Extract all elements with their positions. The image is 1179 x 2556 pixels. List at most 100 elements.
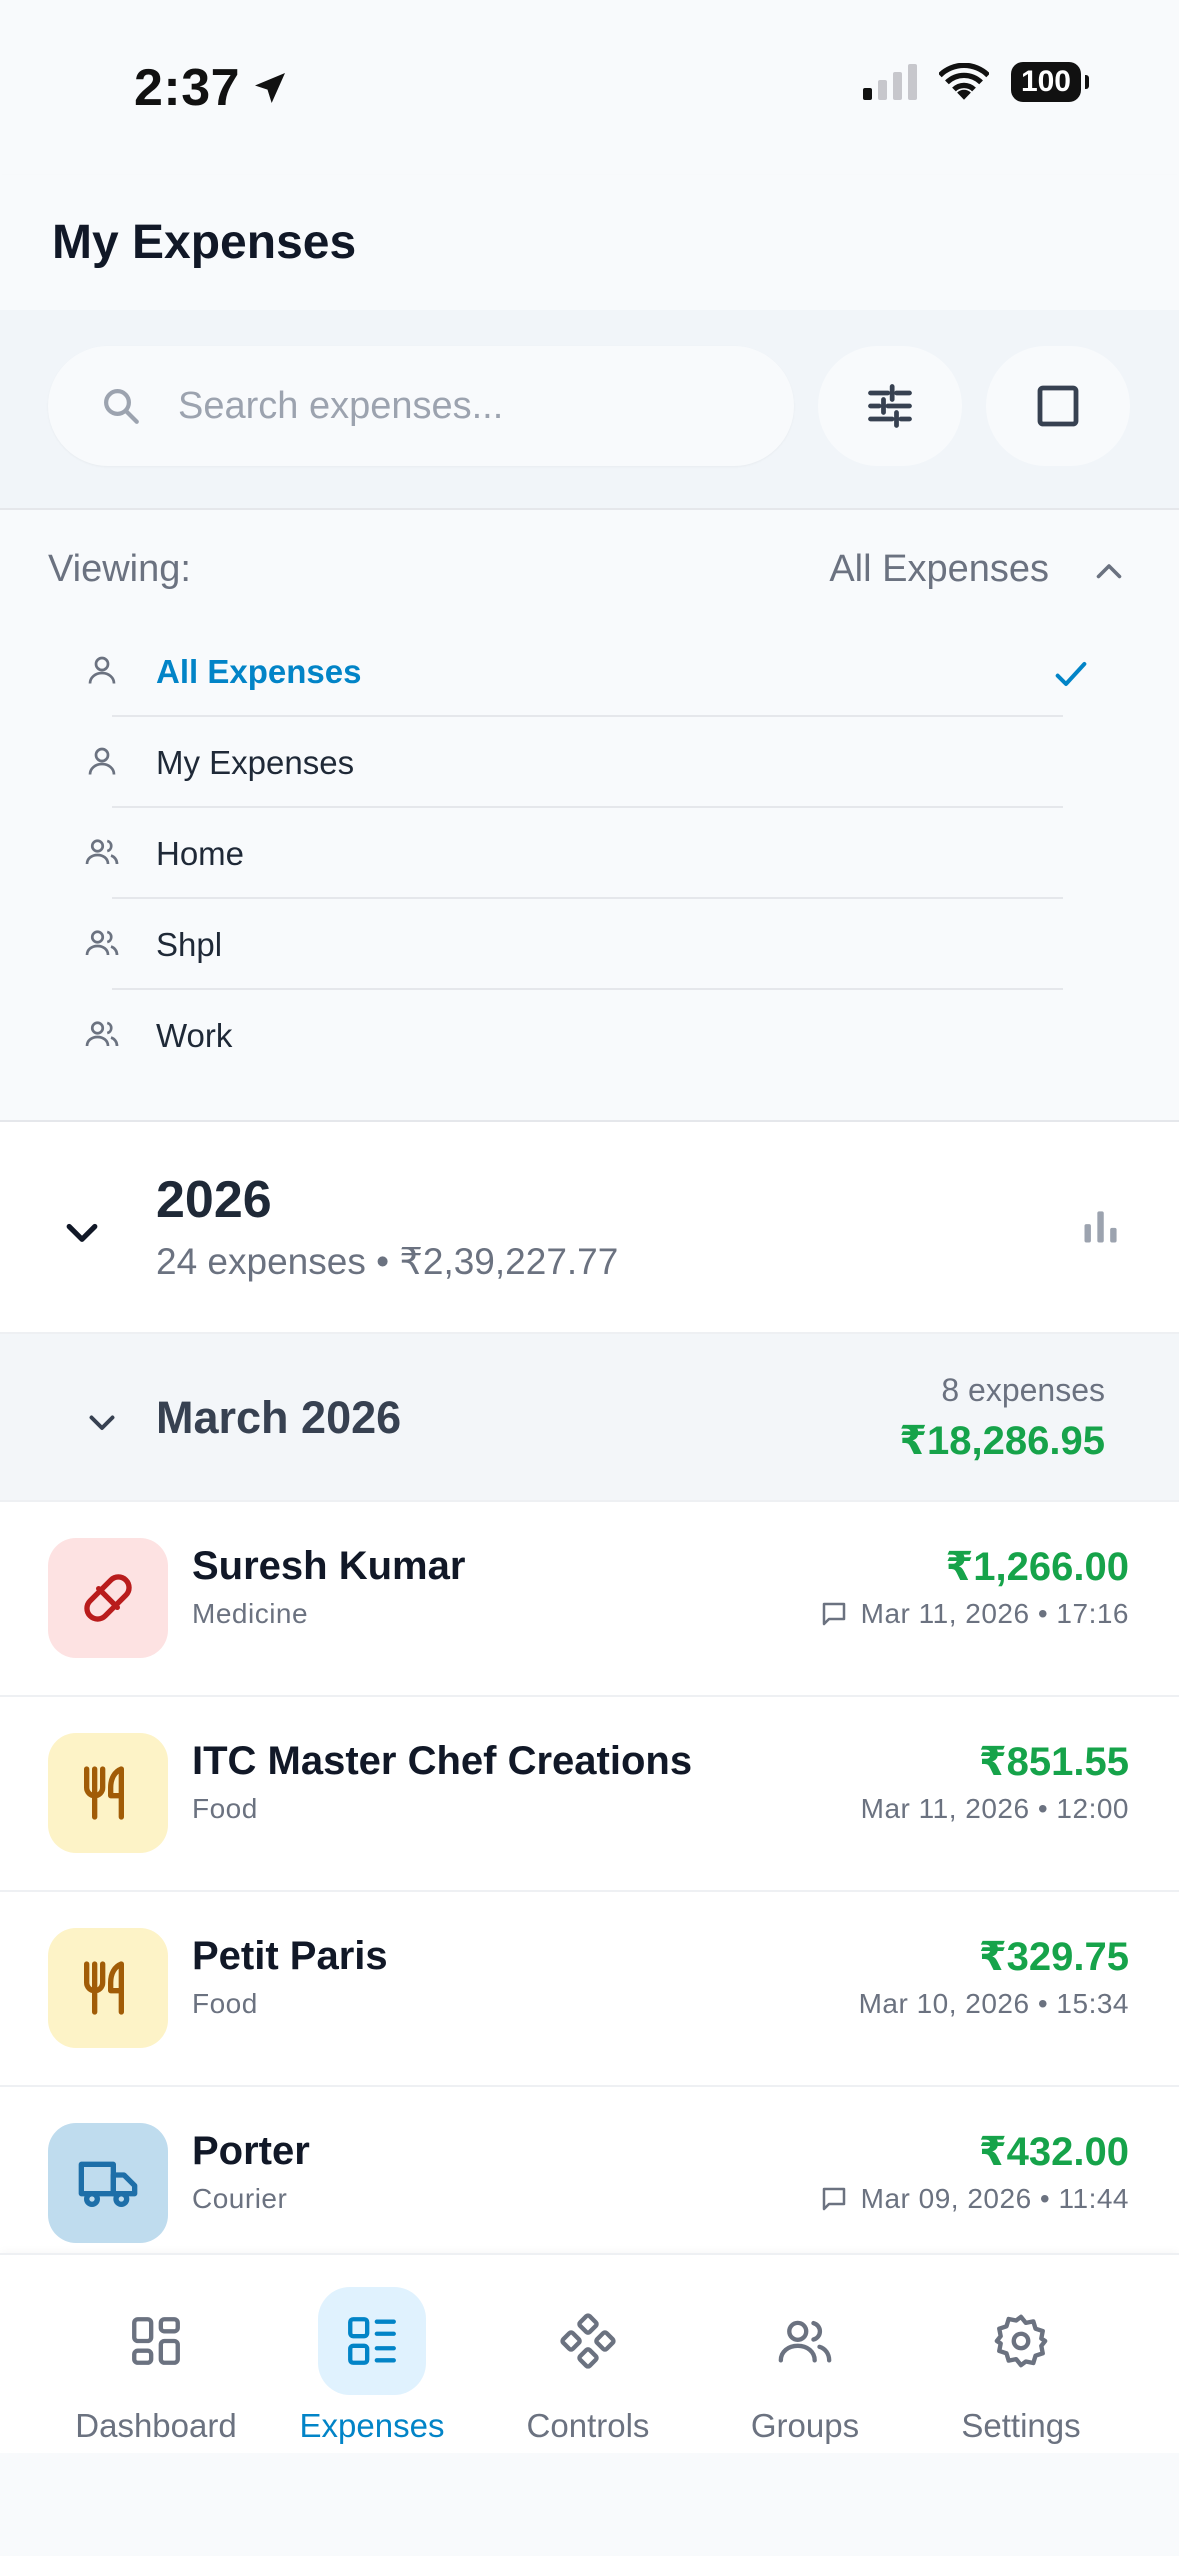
expense-row[interactable]: ITC Master Chef Creations Food ₹851.55 M… <box>0 1697 1179 1892</box>
nav-label: Expenses <box>299 2407 445 2444</box>
chevron-down-icon[interactable] <box>60 1210 104 1254</box>
month-section-header[interactable]: March 2026 8 expenses ₹18,286.95 <box>0 1334 1179 1502</box>
viewing-option-label: All Expenses <box>156 652 362 690</box>
expense-date: Mar 10, 2026 • 15:34 <box>859 1988 1129 2020</box>
viewing-option-home[interactable]: Home <box>0 808 1179 899</box>
viewing-option-label: Home <box>156 834 245 872</box>
pill-icon <box>84 1574 132 1622</box>
viewing-option-label: Shpl <box>156 925 223 963</box>
category-icon-badge <box>48 1928 168 2048</box>
nav-groups[interactable]: Groups <box>697 2287 913 2445</box>
expense-date-text: Mar 11, 2026 • 17:16 <box>860 1598 1129 1629</box>
expense-date-text: Mar 11, 2026 • 12:00 <box>860 1793 1129 1824</box>
nav-settings[interactable]: Settings <box>913 2287 1129 2445</box>
category-icon-badge <box>48 2123 168 2243</box>
status-indicators: 100 <box>862 62 1090 102</box>
expense-title: Suresh Kumar <box>192 1544 466 1588</box>
viewing-option-all-expenses[interactable]: All Expenses <box>0 626 1179 717</box>
page-title: My Expenses <box>52 216 357 269</box>
select-mode-button[interactable] <box>986 346 1130 466</box>
category-icon-badge <box>48 1733 168 1853</box>
expense-amount: ₹329.75 <box>978 1935 1129 1979</box>
dashboard-icon <box>132 2317 180 2365</box>
user-icon <box>88 747 116 775</box>
viewing-filter: Viewing: All Expenses All Expenses My Ex… <box>0 510 1179 1122</box>
expense-date: Mar 11, 2026 • 12:00 <box>861 1793 1129 1825</box>
nav-icon-wrap <box>318 2287 426 2395</box>
utensils-icon <box>84 1961 124 2015</box>
nav-label: Settings <box>961 2407 1081 2444</box>
expense-title: ITC Master Chef Creations <box>192 1739 693 1783</box>
viewing-option-shpl[interactable]: Shpl <box>0 899 1179 990</box>
utensils-icon <box>84 1766 124 1820</box>
month-expense-count: 8 expenses <box>941 1372 1105 1408</box>
status-time-text: 2:37 <box>134 59 241 117</box>
sliders-icon <box>868 384 912 428</box>
note-icon <box>822 1602 845 1626</box>
expense-amount: ₹1,266.00 <box>945 1545 1129 1589</box>
nav-label: Groups <box>750 2407 860 2444</box>
status-time: 2:37 <box>134 58 290 118</box>
viewing-option-work[interactable]: Work <box>0 990 1179 1081</box>
status-bar: 2:37 100 <box>0 0 1179 175</box>
expense-amount: ₹432.00 <box>978 2130 1129 2174</box>
users-icon <box>85 930 119 956</box>
cellular-signal-icon <box>862 64 917 100</box>
nav-label: Dashboard <box>75 2407 237 2444</box>
nav-controls[interactable]: Controls <box>480 2287 696 2445</box>
search-box[interactable] <box>48 346 794 466</box>
chevron-down-icon[interactable] <box>84 1404 120 1440</box>
viewing-label: Viewing: <box>48 548 191 590</box>
battery-indicator: 100 <box>1010 62 1090 102</box>
nav-icon-wrap <box>967 2287 1075 2395</box>
expense-row[interactable]: Petit Paris Food ₹329.75 Mar 10, 2026 • … <box>0 1892 1179 2087</box>
expense-date: Mar 11, 2026 • 17:16 <box>819 1598 1129 1630</box>
filter-button[interactable] <box>818 346 962 466</box>
expense-category: Food <box>192 1988 258 2019</box>
nav-dashboard[interactable]: Dashboard <box>48 2287 264 2445</box>
expense-category: Medicine <box>192 1598 309 1629</box>
search-toolbar <box>0 310 1179 510</box>
viewing-selected-value[interactable]: All Expenses <box>829 548 1049 591</box>
viewing-option-label: My Expenses <box>156 743 355 781</box>
expense-date-text: Mar 09, 2026 • 11:44 <box>860 2183 1129 2214</box>
expense-title: Petit Paris <box>192 1934 388 1978</box>
users-icon <box>85 1021 119 1047</box>
bar-chart-icon[interactable] <box>1079 1204 1123 1248</box>
note-icon <box>822 2187 845 2211</box>
year-section-header[interactable]: 2026 24 expenses • ₹2,39,227.77 <box>0 1122 1179 1334</box>
viewing-option-my-expenses[interactable]: My Expenses <box>0 717 1179 808</box>
app-header: My Expenses <box>0 175 1179 310</box>
location-arrow-icon <box>255 73 286 103</box>
controls-icon <box>560 2313 616 2369</box>
expense-date-text: Mar 10, 2026 • 15:34 <box>858 1988 1129 2019</box>
month-title: March 2026 <box>156 1392 402 1443</box>
bottom-navigation: Dashboard Expenses Controls Groups Setti… <box>0 2253 1179 2453</box>
nav-label: Controls <box>526 2407 650 2444</box>
home-indicator-area <box>0 2453 1179 2556</box>
expense-date: Mar 09, 2026 • 11:44 <box>819 2183 1129 2215</box>
expense-title: Porter <box>192 2129 310 2173</box>
month-total: ₹18,286.95 <box>899 1419 1105 1463</box>
nav-expenses[interactable]: Expenses <box>264 2287 480 2445</box>
checkmark-icon <box>1055 662 1087 686</box>
year-summary: 24 expenses • ₹2,39,227.77 <box>156 1241 619 1282</box>
expenses-list-icon <box>348 2317 396 2365</box>
nav-icon-wrap <box>751 2287 859 2395</box>
expense-row[interactable]: Suresh Kumar Medicine ₹1,266.00 Mar 11, … <box>0 1502 1179 1697</box>
gear-icon <box>994 2314 1048 2368</box>
truck-icon <box>78 2161 138 2207</box>
year-title: 2026 <box>156 1171 272 1229</box>
search-icon <box>104 389 139 424</box>
expense-category: Food <box>192 1793 258 1824</box>
category-icon-badge <box>48 1538 168 1658</box>
nav-icon-wrap <box>534 2287 642 2395</box>
nav-icon-wrap <box>102 2287 210 2395</box>
users-icon <box>85 839 119 865</box>
groups-icon <box>778 2320 832 2363</box>
search-input[interactable] <box>178 384 738 428</box>
wifi-icon <box>938 63 989 100</box>
chevron-up-icon[interactable] <box>1091 554 1127 590</box>
user-icon <box>88 656 116 684</box>
expense-amount: ₹851.55 <box>978 1740 1129 1784</box>
